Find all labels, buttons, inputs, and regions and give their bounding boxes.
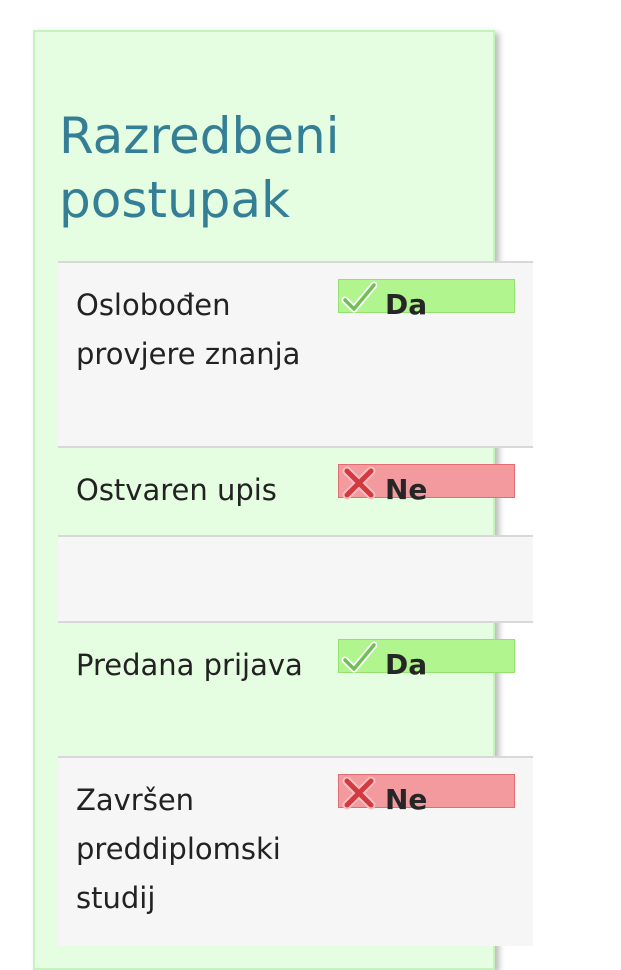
page-title: Razredbeni postupak	[59, 107, 340, 229]
status-text: Da	[385, 648, 428, 681]
row-label: Oslobođen provjere znanja	[76, 288, 301, 371]
status-badge: Da	[338, 279, 515, 321]
status-text: Da	[385, 288, 428, 321]
status-badge: Ne	[338, 464, 515, 506]
checkmark-icon	[341, 281, 377, 313]
status-badge: Da	[338, 639, 515, 681]
status-text: Ne	[385, 783, 428, 816]
cross-icon	[342, 466, 376, 500]
empty-row	[58, 535, 533, 623]
cross-icon	[342, 776, 376, 810]
row-label: Predana prijava	[76, 648, 303, 682]
status-row: Ostvaren upis Ne	[58, 446, 533, 536]
status-row: Završen preddiplomski studij Ne	[58, 756, 533, 946]
row-label: Ostvaren upis	[76, 473, 277, 507]
row-label: Završen preddiplomski studij	[76, 783, 281, 915]
status-row: Predana prijava Da	[58, 621, 533, 758]
status-text: Ne	[385, 473, 428, 506]
checkmark-icon	[341, 641, 377, 673]
status-row: Oslobođen provjere znanja Da	[58, 261, 533, 447]
status-badge: Ne	[338, 774, 515, 816]
